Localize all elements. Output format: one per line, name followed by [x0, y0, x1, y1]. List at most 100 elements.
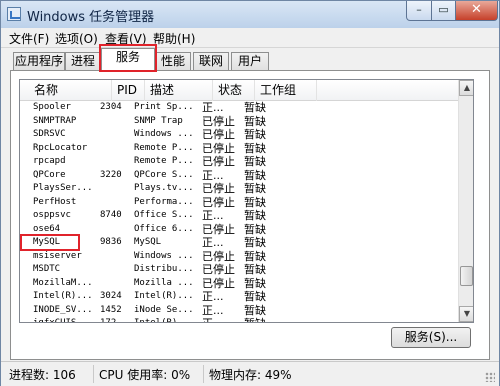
- service-group-cell: 暂缺: [244, 168, 266, 182]
- service-group-cell: 暂缺: [244, 182, 266, 195]
- table-row[interactable]: QPCore 3220 QPCore S... 正... 暂缺: [20, 169, 458, 183]
- service-name-cell: osppsvc: [33, 210, 71, 220]
- vertical-scrollbar[interactable]: ▲ ▼: [458, 80, 473, 322]
- tab-processes[interactable]: 进程: [65, 52, 101, 70]
- service-description-cell: Windows ...: [134, 250, 194, 261]
- table-row[interactable]: MSDTC Distribu... 已停止 暂缺: [20, 263, 458, 277]
- service-group-cell: 暂缺: [244, 263, 266, 276]
- service-status-cell: 已停止: [202, 249, 235, 263]
- tab-performance[interactable]: 性能: [155, 52, 191, 70]
- service-name-cell: QPCore: [33, 169, 66, 180]
- service-pid-cell: 172: [100, 318, 117, 323]
- menu-options[interactable]: 选项(O): [55, 30, 98, 47]
- table-row[interactable]: MySQL 9836 MySQL 正... 暂缺: [20, 236, 458, 250]
- service-group-cell: 暂缺: [244, 249, 266, 263]
- scroll-down-icon[interactable]: ▼: [459, 306, 473, 322]
- scroll-thumb[interactable]: [460, 266, 473, 286]
- service-name-cell: msiserver: [33, 250, 82, 261]
- maximize-button[interactable]: ▭: [431, 1, 456, 21]
- service-pid-cell: 1452: [100, 304, 122, 315]
- service-description-cell: QPCore S...: [134, 169, 194, 180]
- mysql-row-highlight: [20, 234, 80, 251]
- list-rows: Spooler 2304 Print Sp... 正... 暂缺 SNMPTRAP SNMP…: [20, 101, 458, 323]
- minimize-button[interactable]: –: [406, 1, 432, 21]
- column-header-pid[interactable]: PID: [112, 80, 145, 101]
- menu-file[interactable]: 文件(F): [9, 30, 49, 47]
- service-description-cell: Office S...: [134, 210, 194, 220]
- table-row[interactable]: RpcLocator Remote P... 已停止 暂缺: [20, 142, 458, 156]
- table-row[interactable]: PerfHost Performa... 已停止 暂缺: [20, 196, 458, 210]
- service-status-cell: 正...: [202, 168, 224, 182]
- status-divider: [203, 365, 204, 383]
- task-manager-icon: [7, 7, 21, 21]
- service-name-cell: Intel(R)...: [33, 291, 93, 301]
- service-group-cell: 暂缺: [244, 128, 266, 141]
- service-status-cell: 已停止: [202, 263, 235, 276]
- title-bar[interactable]: Windows 任务管理器 – ▭ ✕: [1, 1, 499, 28]
- column-header-name[interactable]: 名称: [20, 80, 112, 101]
- column-header-status[interactable]: 状态: [213, 80, 255, 101]
- menu-help[interactable]: 帮助(H): [153, 30, 195, 47]
- service-group-cell: 暂缺: [244, 101, 266, 114]
- service-status-cell: 已停止: [202, 276, 235, 290]
- service-status-cell: 正...: [202, 317, 238, 322]
- service-status-cell: 已停止: [202, 222, 235, 236]
- services-list[interactable]: 名称 PID 描述 状态 工作组 Spooler 2304 Print Sp... 正…: [19, 79, 474, 323]
- list-header: 名称 PID 描述 状态 工作组: [20, 80, 458, 101]
- service-description-cell: Performa...: [134, 196, 194, 207]
- service-description-cell: Intel(R)...: [134, 291, 194, 301]
- service-group-cell: 暂缺: [244, 209, 266, 222]
- table-row[interactable]: PlaysSer... Plays.tv... 已停止 暂缺: [20, 182, 458, 196]
- service-status-cell: 已停止: [202, 182, 235, 195]
- status-physical-memory: 物理内存: 49%: [209, 368, 292, 382]
- service-status-cell: 已停止: [202, 141, 235, 155]
- table-row[interactable]: Intel(R)... 3024 Intel(R)... 正... 暂缺: [20, 290, 458, 304]
- status-process-count: 进程数: 106: [9, 368, 76, 382]
- service-name-cell: INODE_SV...: [33, 304, 93, 315]
- service-description-cell: Remote P...: [134, 142, 194, 153]
- service-group-cell: 暂缺: [244, 222, 266, 236]
- tab-networking[interactable]: 联网: [193, 52, 229, 70]
- service-name-cell: rpcapd: [33, 156, 66, 166]
- service-name-cell: igfxCUIS...: [33, 318, 93, 323]
- table-row[interactable]: ose64 Office 6... 已停止 暂缺: [20, 223, 458, 237]
- status-cpu-usage: CPU 使用率: 0%: [99, 368, 191, 382]
- service-status-cell: 已停止: [202, 195, 235, 209]
- column-header-group[interactable]: 工作组: [255, 80, 317, 101]
- table-row[interactable]: SDRSVC Windows ... 已停止 暂缺: [20, 128, 458, 142]
- tab-applications[interactable]: 应用程序: [13, 52, 65, 70]
- column-header-description[interactable]: 描述: [145, 80, 213, 101]
- status-divider: [93, 365, 94, 383]
- table-row[interactable]: osppsvc 8740 Office S... 正... 暂缺: [20, 209, 458, 223]
- service-status-cell: 正...: [202, 209, 224, 222]
- close-button[interactable]: ✕: [455, 1, 498, 21]
- resize-grip-icon[interactable]: [485, 372, 495, 382]
- service-name-cell: MSDTC: [33, 264, 61, 274]
- service-group-cell: 暂缺: [244, 155, 266, 168]
- service-name-cell: PerfHost: [33, 196, 77, 207]
- table-row[interactable]: MozillaM... Mozilla ... 已停止 暂缺: [20, 277, 458, 291]
- service-pid-cell: 2304: [100, 102, 122, 112]
- service-group-cell: 暂缺: [244, 195, 266, 209]
- tab-users[interactable]: 用户: [231, 52, 269, 70]
- table-row[interactable]: rpcapd Remote P... 已停止 暂缺: [20, 155, 458, 169]
- services-button[interactable]: 服务(S)...: [391, 327, 471, 348]
- status-bar: 进程数: 106 CPU 使用率: 0% 物理内存: 49%: [1, 361, 499, 386]
- service-description-cell: Windows ...: [134, 129, 194, 139]
- table-row[interactable]: igfxCUIS... 172 Intel(R)... 正... 暂缺: [20, 317, 458, 323]
- service-status-cell: 正...: [202, 101, 224, 114]
- service-description-cell: Remote P...: [134, 156, 194, 166]
- service-description-cell: Plays.tv...: [134, 183, 194, 193]
- service-name-cell: SDRSVC: [33, 129, 66, 139]
- table-row[interactable]: msiserver Windows ... 已停止 暂缺: [20, 250, 458, 264]
- service-pid-cell: 3024: [100, 291, 122, 301]
- table-row[interactable]: SNMPTRAP SNMP Trap 已停止 暂缺: [20, 115, 458, 129]
- table-row[interactable]: INODE_SV... 1452 iNode Se... 正... 暂缺: [20, 304, 458, 318]
- service-pid-cell: 9836: [100, 237, 122, 247]
- table-row[interactable]: Spooler 2304 Print Sp... 正... 暂缺: [20, 101, 458, 115]
- service-description-cell: Print Sp...: [134, 102, 194, 112]
- scroll-up-icon[interactable]: ▲: [459, 80, 473, 96]
- service-status-cell: 已停止: [202, 155, 235, 168]
- service-description-cell: SNMP Trap: [134, 115, 183, 126]
- service-name-cell: PlaysSer...: [33, 183, 93, 193]
